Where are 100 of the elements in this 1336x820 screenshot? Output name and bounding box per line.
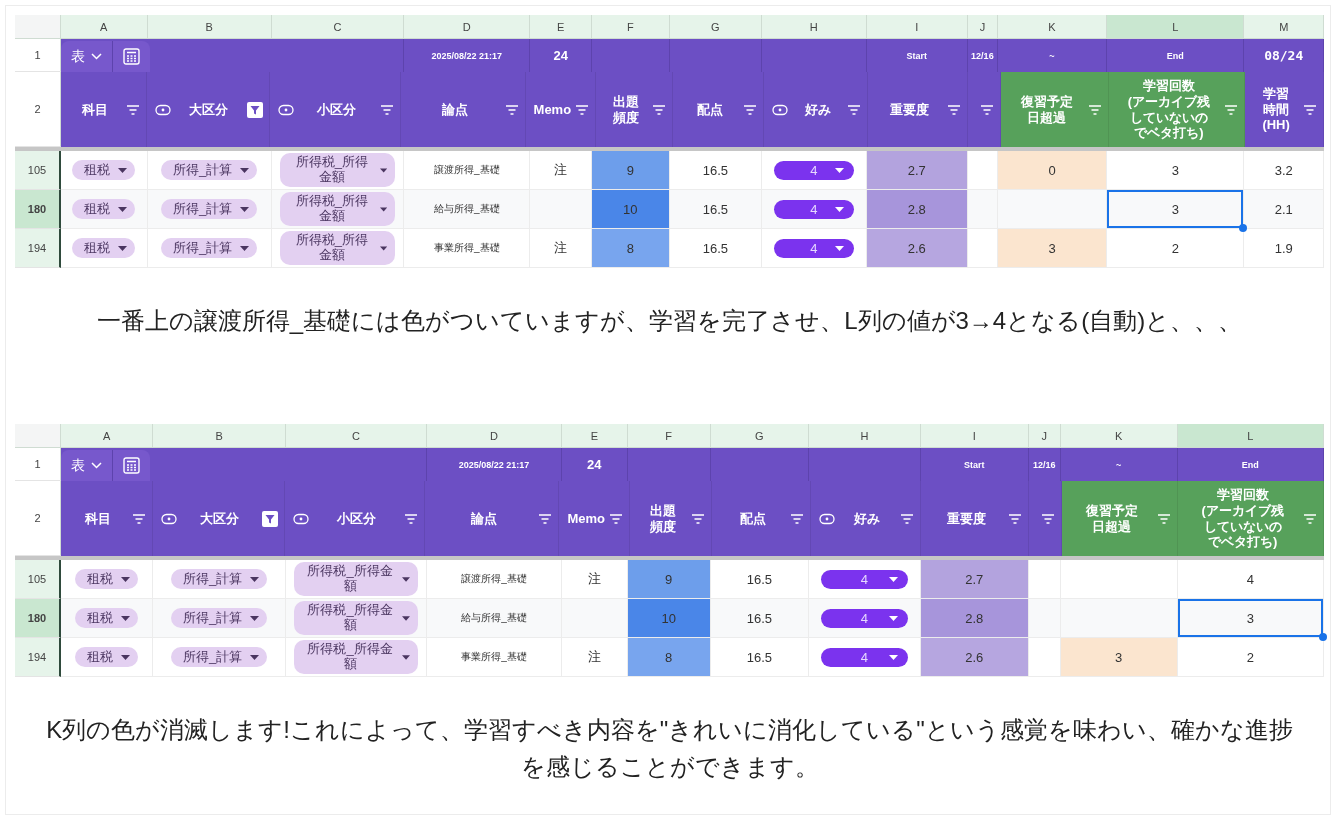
filter-icon[interactable]: [1224, 104, 1239, 115]
table-cell: 2.8: [920, 599, 1029, 638]
dropdown-chip[interactable]: 所得_計算: [161, 238, 258, 258]
row-header[interactable]: 2: [15, 481, 61, 556]
filter-icon[interactable]: [743, 104, 758, 115]
filter-icon[interactable]: [538, 513, 553, 524]
table-cell: ~: [997, 39, 1108, 72]
column-header[interactable]: B: [153, 424, 286, 448]
column-header[interactable]: F: [592, 15, 670, 39]
dropdown-chip[interactable]: 租税: [72, 160, 136, 180]
filter-icon[interactable]: [947, 104, 962, 115]
column-header[interactable]: D: [427, 424, 562, 448]
table-cell: 2.6: [920, 638, 1029, 677]
table-cell: 24: [561, 448, 628, 481]
row-header[interactable]: 2: [15, 72, 61, 147]
filter-icon[interactable]: [608, 513, 623, 524]
dropdown-chip[interactable]: 所得税_所得金額: [279, 192, 396, 226]
dropdown-chip[interactable]: 所得_計算: [171, 569, 268, 589]
filter-icon[interactable]: [379, 104, 394, 115]
table-view-button[interactable]: 表: [61, 450, 113, 481]
filter-icon[interactable]: [1088, 104, 1103, 115]
column-header[interactable]: K: [1060, 424, 1178, 448]
column-title: (アーカイブ残: [1127, 93, 1210, 110]
calculator-button[interactable]: [113, 41, 150, 72]
table-view-button[interactable]: 表: [61, 41, 113, 72]
dropdown-chip[interactable]: 4: [774, 238, 854, 258]
dropdown-chip[interactable]: 租税: [75, 608, 139, 628]
filter-icon[interactable]: [900, 513, 915, 524]
column-header[interactable]: J: [1028, 424, 1061, 448]
filter-icon[interactable]: [125, 104, 140, 115]
dropdown-chip[interactable]: 4: [821, 608, 908, 628]
filter-icon[interactable]: [504, 104, 519, 115]
dropdown-chip[interactable]: 所得_計算: [161, 160, 258, 180]
column-header[interactable]: K: [997, 15, 1108, 39]
filter-icon[interactable]: [404, 513, 419, 524]
caret-icon: [888, 576, 898, 582]
filter-icon[interactable]: [1303, 104, 1317, 115]
filter-icon[interactable]: [261, 510, 278, 527]
row-header[interactable]: 1: [15, 39, 61, 72]
table-cell: 9: [592, 151, 670, 190]
filter-icon[interactable]: [1157, 513, 1172, 524]
column-header[interactable]: H: [762, 15, 867, 39]
column-header[interactable]: J: [967, 15, 998, 39]
column-header[interactable]: A: [61, 424, 154, 448]
dropdown-chip[interactable]: 租税: [72, 199, 136, 219]
row-header[interactable]: 105: [15, 560, 61, 599]
filter-icon[interactable]: [131, 513, 146, 524]
column-header[interactable]: C: [271, 15, 405, 39]
column-header[interactable]: M: [1244, 15, 1324, 39]
filter-icon[interactable]: [1303, 513, 1317, 524]
dropdown-chip[interactable]: 4: [774, 199, 854, 219]
fill-handle[interactable]: [1239, 224, 1248, 232]
column-header[interactable]: I: [866, 15, 968, 39]
column-header[interactable]: F: [627, 424, 711, 448]
dropdown-chip[interactable]: 所得_計算: [171, 608, 268, 628]
column-title: Memo: [567, 510, 605, 527]
column-header[interactable]: I: [920, 424, 1029, 448]
column-header[interactable]: L: [1107, 15, 1245, 39]
dropdown-chip[interactable]: 所得税_所得金額: [294, 640, 419, 674]
column-header[interactable]: E: [530, 15, 593, 39]
dropdown-chip[interactable]: 所得税_所得金額: [294, 562, 419, 596]
dropdown-chip[interactable]: 所得_計算: [161, 199, 258, 219]
fill-handle[interactable]: [1319, 633, 1327, 641]
column-header[interactable]: D: [404, 15, 531, 39]
dropdown-chip[interactable]: 租税: [75, 647, 139, 667]
filter-icon[interactable]: [846, 104, 861, 115]
row-header[interactable]: 194: [15, 229, 61, 268]
column-header[interactable]: G: [669, 15, 763, 39]
column-header[interactable]: C: [286, 424, 428, 448]
dropdown-chip[interactable]: 4: [821, 647, 908, 667]
filter-icon[interactable]: [1041, 513, 1056, 524]
dropdown-chip[interactable]: 4: [774, 160, 854, 180]
column-title: 復習予定: [1085, 502, 1138, 519]
row-header[interactable]: 180: [15, 599, 61, 638]
row-header[interactable]: 180: [15, 190, 61, 229]
column-header[interactable]: L: [1177, 424, 1324, 448]
column-header[interactable]: E: [561, 424, 628, 448]
filter-icon[interactable]: [246, 101, 263, 118]
dropdown-chip[interactable]: 4: [821, 569, 908, 589]
dropdown-chip[interactable]: 租税: [72, 238, 136, 258]
filter-icon[interactable]: [651, 104, 666, 115]
dropdown-chip[interactable]: 所得税_所得金額: [279, 231, 396, 265]
filter-icon[interactable]: [575, 104, 590, 115]
dropdown-chip[interactable]: 所得税_所得金額: [279, 153, 396, 187]
row-header[interactable]: 194: [15, 638, 61, 677]
calculator-button[interactable]: [113, 450, 150, 481]
dropdown-chip[interactable]: 租税: [75, 569, 139, 589]
dropdown-chip[interactable]: 所得_計算: [171, 647, 268, 667]
column-header[interactable]: B: [147, 15, 272, 39]
row-header[interactable]: 1: [15, 448, 61, 481]
filter-icon[interactable]: [691, 513, 706, 524]
dropdown-chip[interactable]: 所得税_所得金額: [294, 601, 419, 635]
filter-icon[interactable]: [1008, 513, 1023, 524]
filter-icon[interactable]: [980, 104, 995, 115]
caret-icon: [121, 654, 131, 660]
row-header[interactable]: 105: [15, 151, 61, 190]
filter-icon[interactable]: [789, 513, 804, 524]
column-header[interactable]: A: [61, 15, 148, 39]
column-header[interactable]: G: [710, 424, 810, 448]
column-header[interactable]: H: [809, 424, 921, 448]
